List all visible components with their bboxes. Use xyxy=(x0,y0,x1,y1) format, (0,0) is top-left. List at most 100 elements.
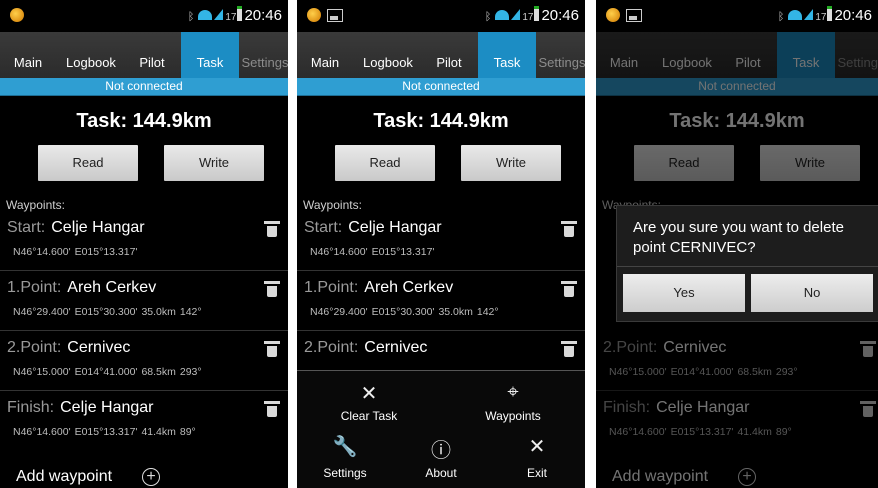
tab-main[interactable]: Main xyxy=(0,32,56,78)
waypoint-row[interactable]: 1.Point: Areh Cerkev N46°29.400' E015°30.3… xyxy=(297,273,585,331)
waypoint-kind: 1.Point: xyxy=(304,279,359,296)
tab-settings[interactable]: Settings xyxy=(536,32,586,78)
waypoint-kind: 2.Point: xyxy=(304,339,359,356)
menu-exit-label: Exit xyxy=(526,466,547,480)
wifi-icon xyxy=(788,10,803,20)
waypoint-name: Cernivec xyxy=(364,339,428,356)
screen-task-view: ᛒ 17 20:46 Main Logbook Pilot Task Setting… xyxy=(0,0,288,488)
bluetooth-icon: ᛒ xyxy=(187,11,195,23)
read-button[interactable]: Read xyxy=(38,145,138,181)
waypoint-lon: E015°13.317' xyxy=(371,246,435,258)
waypoint-name: Cernivec xyxy=(67,339,131,356)
waypoint-lat: N46°29.400' xyxy=(13,306,71,318)
yes-button[interactable]: Yes xyxy=(623,274,745,312)
plus-icon[interactable]: + xyxy=(142,468,160,486)
waypoint-name: Celje Hangar xyxy=(348,219,442,236)
close-icon: ✕ xyxy=(360,383,378,405)
signal-icon xyxy=(511,9,521,20)
tab-bar: Main Logbook Pilot Task Settings xyxy=(297,32,585,78)
menu-waypoints[interactable]: ⌖ Waypoints xyxy=(441,371,585,430)
waypoint-kind: Start: xyxy=(7,219,46,236)
waypoints-label: Waypoints: xyxy=(6,198,65,212)
battery-percent: 17 xyxy=(815,12,827,23)
waypoint-kind: 1.Point: xyxy=(7,279,62,296)
battery-percent: 17 xyxy=(225,12,237,23)
delete-confirm-dialog: Are you sure you want to delete point CE… xyxy=(616,205,878,322)
clock: 20:46 xyxy=(244,7,282,24)
tab-logbook[interactable]: Logbook xyxy=(353,32,423,78)
delete-icon[interactable] xyxy=(561,281,577,297)
add-waypoint-row[interactable]: Add waypoint + xyxy=(0,460,288,488)
battery-icon xyxy=(827,6,833,21)
write-button[interactable]: Write xyxy=(164,145,264,181)
dialog-message: Are you sure you want to delete point CE… xyxy=(633,219,844,256)
status-bar: ᛒ 17 20:46 xyxy=(596,0,878,30)
tab-pilot[interactable]: Pilot xyxy=(126,32,178,78)
write-button[interactable]: Write xyxy=(461,145,561,181)
menu-waypoints-label: Waypoints xyxy=(485,409,541,423)
waypoint-name: Celje Hangar xyxy=(60,399,154,416)
menu-settings[interactable]: 🔧 Settings xyxy=(297,430,393,488)
waypoint-lon: E015°30.300' xyxy=(371,306,435,318)
tab-logbook[interactable]: Logbook xyxy=(56,32,126,78)
waypoint-name: Areh Cerkev xyxy=(67,279,157,296)
task-title: Task: 144.9km xyxy=(373,110,509,132)
tab-task[interactable]: Task xyxy=(478,32,536,78)
waypoint-row[interactable]: Finish: Celje Hangar N46°14.600'E015°13.3… xyxy=(0,393,288,451)
options-menu: ✕ Clear Task ⌖ Waypoints 🔧 Settings ⓘ Ab… xyxy=(297,370,585,488)
waypoint-lon: E014°41.000' xyxy=(74,366,138,378)
delete-icon[interactable] xyxy=(561,341,577,357)
menu-clear-task-label: Clear Task xyxy=(340,409,398,423)
waypoint-kind: Finish: xyxy=(7,399,55,416)
waypoint-row[interactable]: 2.Point: Cernivec N46°15.000'E014°41.000'… xyxy=(0,333,288,391)
waypoint-kind: 2.Point: xyxy=(7,339,62,356)
divider xyxy=(0,330,288,331)
delete-icon[interactable] xyxy=(264,401,280,417)
delete-icon[interactable] xyxy=(264,341,280,357)
no-button[interactable]: No xyxy=(751,274,873,312)
menu-exit[interactable]: ✕ Exit xyxy=(489,430,585,488)
image-notification-icon xyxy=(327,9,343,22)
signal-icon xyxy=(214,9,224,20)
read-button[interactable]: Read xyxy=(335,145,435,181)
waypoint-lon: E015°30.300' xyxy=(74,306,138,318)
delete-icon[interactable] xyxy=(264,281,280,297)
screen-task-menu: ᛒ 17 20:46 Main Logbook Pilot Task Setting… xyxy=(297,0,585,488)
battery-icon xyxy=(534,6,540,21)
waypoint-bearing: 293° xyxy=(179,366,202,378)
waypoint-kind: Start: xyxy=(304,219,343,236)
clock: 20:46 xyxy=(834,7,872,24)
tab-main[interactable]: Main xyxy=(297,32,353,78)
menu-clear-task[interactable]: ✕ Clear Task xyxy=(297,371,441,430)
battery-percent: 17 xyxy=(522,12,534,23)
waypoint-lat: N46°14.600' xyxy=(13,426,71,438)
waypoint-row[interactable]: 1.Point: Areh Cerkev N46°29.400' E015°30.3… xyxy=(0,273,288,331)
divider xyxy=(617,266,878,267)
close-icon: ✕ xyxy=(528,436,546,458)
bluetooth-icon: ᛒ xyxy=(777,11,785,23)
waypoint-name: Celje Hangar xyxy=(51,219,145,236)
waypoint-distance: 35.0km xyxy=(438,306,473,318)
waypoint-lat: N46°14.600' xyxy=(13,246,71,258)
waypoint-lon: E015°13.317' xyxy=(74,426,138,438)
tab-pilot[interactable]: Pilot xyxy=(423,32,475,78)
waypoint-row[interactable]: Start: Celje Hangar N46°14.600' E015°13.31… xyxy=(0,213,288,271)
waypoint-target-icon: ⌖ xyxy=(507,381,519,403)
waypoint-bearing: 89° xyxy=(179,426,196,438)
tab-bar: Main Logbook Pilot Task Settings xyxy=(0,32,288,78)
delete-icon[interactable] xyxy=(561,221,577,237)
waypoint-distance: 35.0km xyxy=(141,306,176,318)
tab-task[interactable]: Task xyxy=(181,32,239,78)
menu-settings-label: Settings xyxy=(323,466,367,480)
waypoint-row[interactable]: Start: Celje Hangar N46°14.600' E015°13.31… xyxy=(297,213,585,271)
clock: 20:46 xyxy=(541,7,579,24)
menu-about[interactable]: ⓘ About xyxy=(393,430,489,488)
delete-icon[interactable] xyxy=(264,221,280,237)
status-bar: ᛒ 17 20:46 xyxy=(0,0,288,30)
divider xyxy=(0,390,288,391)
waypoint-distance: 41.4km xyxy=(141,426,176,438)
divider xyxy=(297,270,585,271)
waypoint-lon: E015°13.317' xyxy=(74,246,138,258)
add-waypoint-label: Add waypoint xyxy=(16,468,113,485)
tab-settings[interactable]: Settings xyxy=(239,32,289,78)
